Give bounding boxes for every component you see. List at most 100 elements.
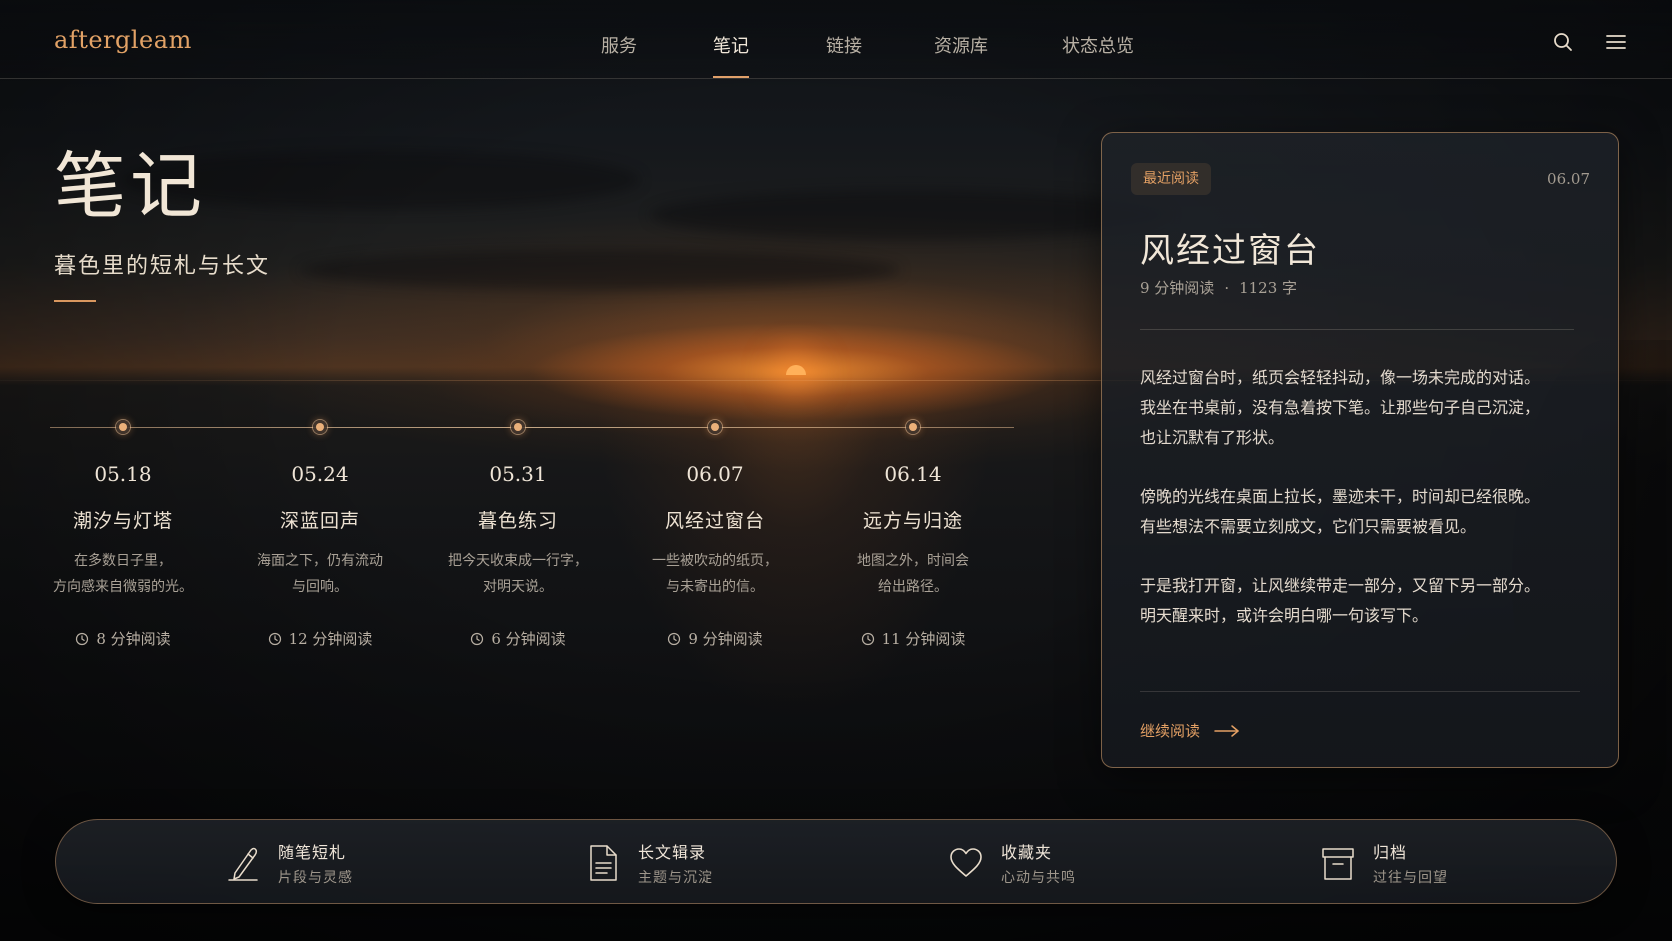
entry-date: 06.14 <box>884 462 942 486</box>
category-label: 归档 <box>1373 843 1408 862</box>
entry-description: 在多数日子里， 方向感来自微弱的光。 <box>23 548 223 600</box>
top-navigation-bar: aftergleam 服务 笔记 链接 资源库 状态总览 <box>0 0 1672 79</box>
nav-item-links[interactable]: 链接 <box>826 32 862 78</box>
entry-reading-time: 12 分钟阅读 <box>220 628 420 649</box>
entry-description-line: 方向感来自微弱的光。 <box>53 579 193 595</box>
timeline-dot[interactable] <box>906 420 920 434</box>
excerpt-line: 我坐在书桌前，没有急着按下笔。让那些句子自己沉淀， <box>1140 398 1541 417</box>
nav-item-library[interactable]: 资源库 <box>934 32 988 78</box>
card-reading-time: 9 分钟阅读 <box>1140 279 1215 297</box>
entry-title[interactable]: 暮色练习 <box>418 506 618 533</box>
reading-time-label: 6 分钟阅读 <box>491 630 566 648</box>
entry-title[interactable]: 远方与归途 <box>813 506 1013 533</box>
excerpt-paragraph: 傍晚的光线在桌面上拉长，墨迹未干，时间却已经很晚。 有些想法不需要立刻成文，它们… <box>1140 482 1580 542</box>
arrow-right-icon <box>1214 724 1239 737</box>
entry-description-line: 地图之外，时间会 <box>857 553 969 569</box>
entry-reading-time: 8 分钟阅读 <box>23 628 223 649</box>
timeline-dot[interactable] <box>313 420 327 434</box>
category-bar: 随笔短札 片段与灵感 长文辑录 主题与沉淀 收藏夹 心动与共鸣 归档 过往与回望 <box>55 819 1617 904</box>
entry-description: 一些被吹动的纸页， 与未寄出的信。 <box>615 548 815 600</box>
reading-time-label: 12 分钟阅读 <box>288 630 373 648</box>
category-long-form[interactable]: 长文辑录 主题与沉淀 <box>586 840 713 886</box>
excerpt-line: 有些想法不需要立刻成文，它们只需要被看见。 <box>1140 517 1477 536</box>
main-nav: 服务 笔记 链接 资源库 状态总览 <box>0 32 1672 78</box>
entry-date: 05.24 <box>291 462 349 486</box>
archive-box-icon <box>1321 844 1355 882</box>
reading-time-label: 9 分钟阅读 <box>688 630 763 648</box>
reading-time-label: 11 分钟阅读 <box>881 630 966 648</box>
excerpt-line: 傍晚的光线在桌面上拉长，墨迹未干，时间却已经很晚。 <box>1140 487 1541 506</box>
recent-reading-badge: 最近阅读 <box>1131 163 1211 195</box>
entry-reading-time: 9 分钟阅读 <box>615 628 815 649</box>
entry-title[interactable]: 深蓝回声 <box>220 506 420 533</box>
entry-description-line: 海面之下，仍有流动 <box>257 553 383 569</box>
category-favorites[interactable]: 收藏夹 心动与共鸣 <box>949 840 1076 886</box>
meta-separator: · <box>1224 278 1230 297</box>
nav-item-notes[interactable]: 笔记 <box>713 32 749 78</box>
entry-description-line: 一些被吹动的纸页， <box>652 553 778 569</box>
excerpt-line: 于是我打开窗，让风继续带走一部分，又留下另一部分。 <box>1140 576 1541 595</box>
entry-title[interactable]: 风经过窗台 <box>615 506 815 533</box>
clock-icon <box>668 632 681 645</box>
entry-description: 把今天收束成一行字， 对明天说。 <box>418 548 618 600</box>
clock-icon <box>471 632 484 645</box>
recent-reading-card: 最近阅读 06.07 风经过窗台 9 分钟阅读 · 1123 字 风经过窗台时，… <box>1101 132 1619 768</box>
entry-title[interactable]: 潮汐与灯塔 <box>23 506 223 533</box>
excerpt-paragraph: 于是我打开窗，让风继续带走一部分，又留下另一部分。 明天醒来时，或许会明白哪一句… <box>1140 571 1580 631</box>
nav-item-services[interactable]: 服务 <box>601 32 637 78</box>
category-sublabel: 片段与灵感 <box>278 870 353 886</box>
excerpt-line: 明天醒来时，或许会明白哪一句该写下。 <box>1140 606 1429 625</box>
timeline-dot[interactable] <box>708 420 722 434</box>
continue-reading-label: 继续阅读 <box>1140 722 1201 740</box>
clock-icon <box>861 632 874 645</box>
excerpt-paragraph: 风经过窗台时，纸页会轻轻抖动，像一场未完成的对话。 我坐在书桌前，没有急着按下笔… <box>1140 363 1580 453</box>
menu-icon[interactable] <box>1604 30 1628 54</box>
clock-icon <box>76 632 89 645</box>
document-icon <box>586 844 620 882</box>
reading-time-label: 8 分钟阅读 <box>96 630 171 648</box>
entry-description-line: 对明天说。 <box>483 579 553 595</box>
heart-icon <box>949 844 983 882</box>
entry-description: 地图之外，时间会 给出路径。 <box>813 548 1013 600</box>
title-accent-rule <box>54 300 96 302</box>
timeline-axis <box>50 427 1014 428</box>
page-subtitle: 暮色里的短札与长文 <box>54 254 271 279</box>
entry-description: 海面之下，仍有流动 与回响。 <box>220 548 420 600</box>
category-label: 收藏夹 <box>1001 843 1053 862</box>
card-divider <box>1140 329 1574 330</box>
entry-description-line: 与未寄出的信。 <box>666 579 764 595</box>
entry-description-line: 给出路径。 <box>878 579 948 595</box>
category-label: 随笔短札 <box>278 843 347 862</box>
card-title[interactable]: 风经过窗台 <box>1140 223 1320 272</box>
search-icon[interactable] <box>1551 30 1575 54</box>
entry-date: 05.18 <box>94 462 152 486</box>
card-date: 06.07 <box>1547 170 1590 188</box>
category-sublabel: 过往与回望 <box>1373 870 1448 886</box>
clock-icon <box>268 632 281 645</box>
excerpt-line: 也让沉默有了形状。 <box>1140 428 1285 447</box>
active-tab-indicator <box>713 76 749 78</box>
category-archive[interactable]: 归档 过往与回望 <box>1321 840 1448 886</box>
nav-item-notes-label: 笔记 <box>713 36 749 57</box>
category-essays[interactable]: 随笔短札 片段与灵感 <box>226 840 353 886</box>
pen-icon <box>226 844 260 882</box>
excerpt-line: 风经过窗台时，纸页会轻轻抖动，像一场未完成的对话。 <box>1140 368 1541 387</box>
category-sublabel: 心动与共鸣 <box>1001 870 1076 886</box>
card-excerpt: 风经过窗台时，纸页会轻轻抖动，像一场未完成的对话。 我坐在书桌前，没有急着按下笔… <box>1140 363 1580 660</box>
entry-description-line: 与回响。 <box>292 579 348 595</box>
card-divider <box>1140 691 1580 692</box>
entry-description-line: 在多数日子里， <box>74 553 172 569</box>
card-meta: 9 分钟阅读 · 1123 字 <box>1140 277 1297 298</box>
entry-description-line: 把今天收束成一行字， <box>448 553 588 569</box>
page-title: 笔记 <box>54 144 207 228</box>
card-word-count: 1123 字 <box>1239 279 1298 297</box>
entry-reading-time: 11 分钟阅读 <box>813 628 1013 649</box>
continue-reading-link[interactable]: 继续阅读 <box>1140 720 1240 741</box>
timeline-dot[interactable] <box>511 420 525 434</box>
entry-date: 05.31 <box>489 462 547 486</box>
timeline-dot[interactable] <box>116 420 130 434</box>
category-label: 长文辑录 <box>638 843 707 862</box>
entry-reading-time: 6 分钟阅读 <box>418 628 618 649</box>
entry-date: 06.07 <box>686 462 744 486</box>
nav-item-status-overview[interactable]: 状态总览 <box>1062 32 1134 78</box>
